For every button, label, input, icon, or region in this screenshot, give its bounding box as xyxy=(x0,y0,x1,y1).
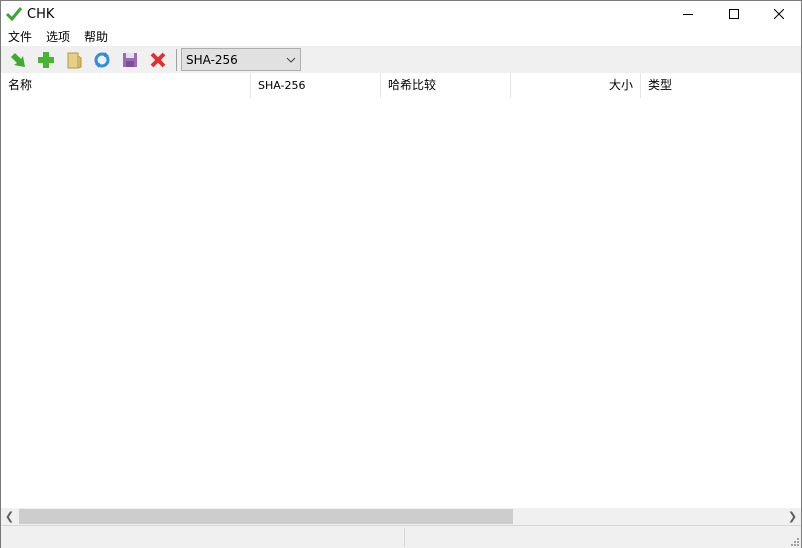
import-button[interactable] xyxy=(4,48,32,72)
x-icon xyxy=(150,52,166,67)
status-bar xyxy=(1,525,801,548)
refresh-button[interactable] xyxy=(88,48,116,72)
delete-button[interactable] xyxy=(144,48,172,72)
scroll-left-icon[interactable]: ❮ xyxy=(1,508,18,525)
checkmark-icon xyxy=(5,7,23,22)
scrollbar-thumb[interactable] xyxy=(19,509,514,524)
hash-algorithm-select[interactable]: SHA-256 xyxy=(181,48,301,71)
horizontal-scrollbar[interactable]: ❮ ❯ xyxy=(1,508,801,525)
toolbar-separator xyxy=(176,48,177,71)
scroll-right-icon[interactable]: ❯ xyxy=(784,508,801,525)
file-list[interactable] xyxy=(1,98,801,508)
add-button[interactable] xyxy=(32,48,60,72)
toolbar: SHA-256 xyxy=(1,46,801,73)
close-icon xyxy=(774,9,784,19)
open-folder-button[interactable] xyxy=(60,48,88,72)
menu-file[interactable]: 文件 xyxy=(1,28,39,45)
title-bar: CHK xyxy=(1,1,801,27)
list-header: 名称 SHA-256 哈希比较 大小 类型 xyxy=(1,73,801,98)
column-size[interactable]: 大小 xyxy=(511,73,641,98)
maximize-icon xyxy=(729,9,739,19)
hash-algorithm-value: SHA-256 xyxy=(186,52,238,67)
status-panel-2 xyxy=(406,528,786,547)
menu-help[interactable]: 帮助 xyxy=(77,28,115,45)
status-panel-1 xyxy=(1,528,405,547)
folder-icon xyxy=(67,52,82,68)
close-button[interactable] xyxy=(756,1,802,27)
column-sha256[interactable]: SHA-256 xyxy=(251,73,381,98)
menu-bar: 文件 选项 帮助 xyxy=(1,27,115,46)
maximize-button[interactable] xyxy=(711,1,757,27)
chevron-down-icon xyxy=(286,57,296,63)
minimize-button[interactable] xyxy=(665,1,711,27)
resize-grip-icon[interactable] xyxy=(789,536,799,546)
refresh-icon xyxy=(94,51,110,68)
window-title: CHK xyxy=(27,6,55,22)
main-window: CHK 文件 选项 帮助 SHA-256 名称 SHA-256 哈希比较 大小 … xyxy=(0,0,802,548)
column-hash-compare[interactable]: 哈希比较 xyxy=(381,73,511,98)
menu-options[interactable]: 选项 xyxy=(39,28,77,45)
minimize-icon xyxy=(683,14,693,15)
arrow-down-right-icon xyxy=(11,52,25,67)
column-type[interactable]: 类型 xyxy=(641,73,801,98)
save-button[interactable] xyxy=(116,48,144,72)
floppy-icon xyxy=(123,52,137,67)
column-name[interactable]: 名称 xyxy=(1,73,251,98)
plus-icon xyxy=(38,51,54,68)
